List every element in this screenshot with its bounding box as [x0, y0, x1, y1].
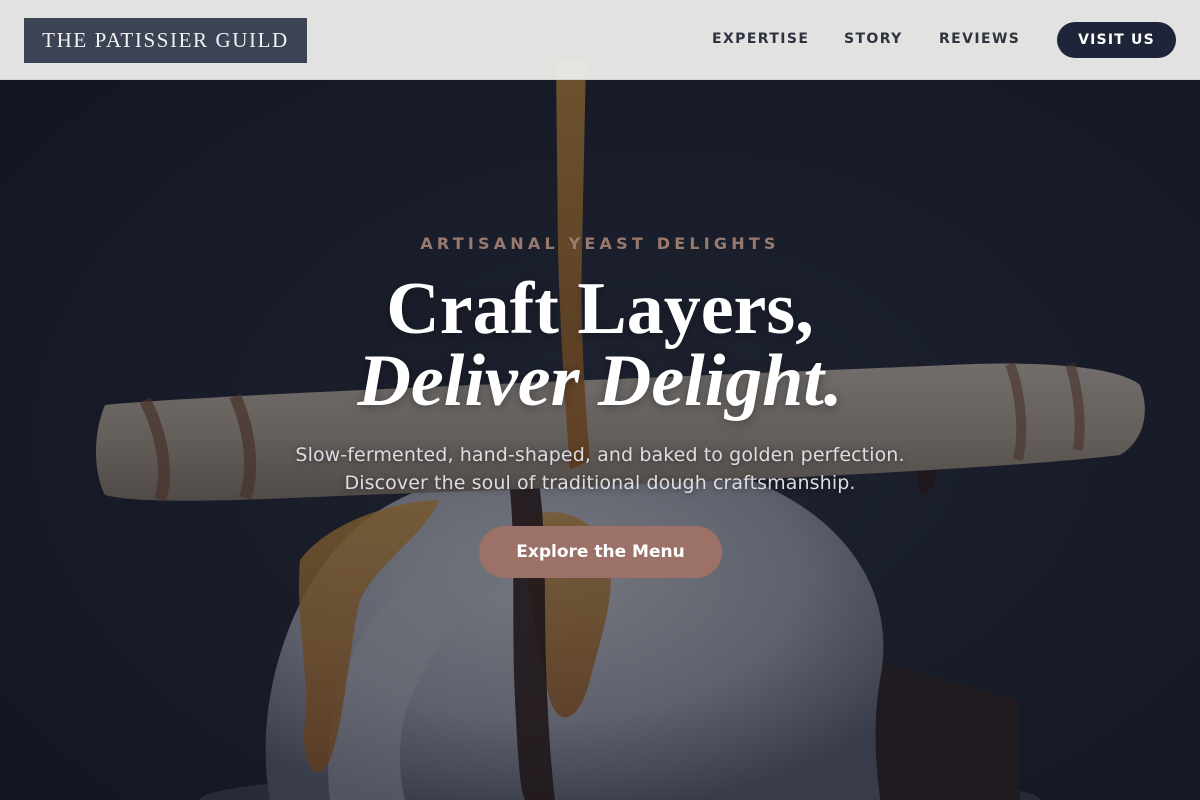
hero-description-line-2: Discover the soul of traditional dough c… [344, 472, 856, 494]
hero-headline-line-2: Deliver Delight. [357, 340, 843, 422]
explore-menu-button[interactable]: Explore the Menu [479, 526, 722, 578]
hero-eyebrow: ARTISANAL YEAST DELIGHTS [420, 234, 780, 253]
page: THE PATISSIER GUILD EXPERTISE STORY REVI… [0, 0, 1200, 800]
hero-headline-line-1: Craft Layers, [386, 268, 814, 350]
hero-description-line-1: Slow-fermented, hand-shaped, and baked t… [295, 444, 905, 466]
hero-section: ARTISANAL YEAST DELIGHTS Craft Layers, D… [0, 0, 1200, 800]
